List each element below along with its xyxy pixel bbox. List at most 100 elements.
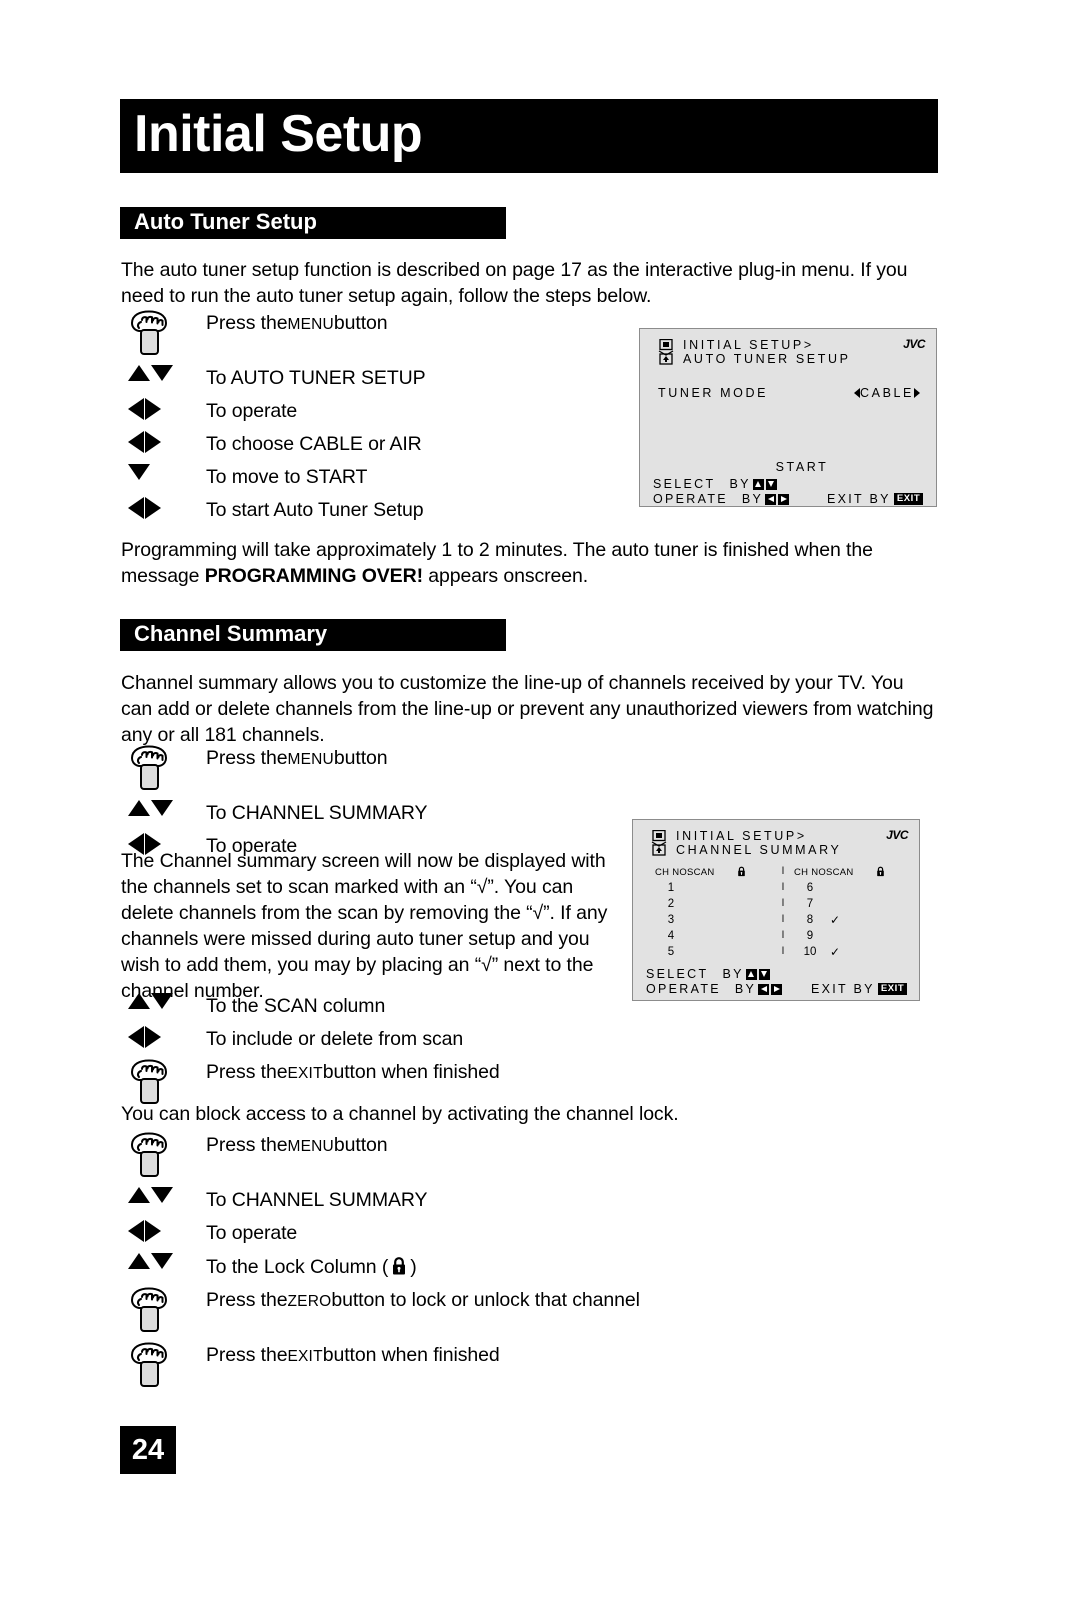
osd-operate-by-label: BY xyxy=(741,492,764,506)
osd-screen-auto-tuner-setup: INITIAL SETUP> AUTO TUNER SETUP JVC TUNE… xyxy=(639,328,937,507)
note-post: appears onscreen. xyxy=(422,565,589,587)
down-arrow-icon xyxy=(151,365,173,381)
hand-press-icon xyxy=(128,1132,170,1180)
step-icon xyxy=(121,398,206,420)
step-icon xyxy=(121,365,206,381)
channel-row[interactable]: 5 xyxy=(647,944,778,960)
channel-lock-note-paragraph: You can block access to a channel by act… xyxy=(121,1103,679,1125)
step-icon xyxy=(121,1132,206,1180)
channel-summary-intro-paragraph: Channel summary allows you to customize … xyxy=(121,672,934,746)
osd-select-by-label: BY xyxy=(729,477,751,491)
step-row: To the Lock Column ( ) xyxy=(121,1253,640,1280)
osd-header: INITIAL SETUP> AUTO TUNER SETUP xyxy=(658,338,851,366)
channel-column-right: CH NO SCAN 6 7 8 ✓ 9 10 ✓ xyxy=(778,864,909,960)
right-arrow-icon xyxy=(145,398,161,420)
up-key-icon xyxy=(745,968,757,980)
up-down-arrows-icon xyxy=(128,365,173,381)
hand-press-icon xyxy=(128,1059,170,1107)
channel-number: 9 xyxy=(806,930,814,942)
down-arrow-icon xyxy=(151,993,173,1009)
channel-scan-mark[interactable]: ✓ xyxy=(826,913,860,927)
right-key-icon xyxy=(778,493,790,505)
channel-scan-mark[interactable]: ✓ xyxy=(826,945,860,959)
osd-select-by: BY xyxy=(729,477,777,491)
step-label: Press the EXIT button when finished xyxy=(206,1059,500,1087)
hand-press-icon xyxy=(128,310,170,358)
up-arrow-icon xyxy=(128,365,150,381)
step-text: Press the xyxy=(206,1344,288,1366)
step-text-suffix: ) xyxy=(410,1256,417,1278)
channel-row[interactable]: 2 xyxy=(647,896,778,912)
hand-press-icon xyxy=(128,745,170,793)
page-title: Initial Setup xyxy=(134,105,423,163)
step-icon xyxy=(121,1342,206,1390)
step-row: To include or delete from scan xyxy=(121,1026,500,1052)
channel-row[interactable]: 4 xyxy=(647,928,778,944)
osd-exit-hint: EXIT BY EXIT xyxy=(811,982,908,996)
channel-row[interactable]: 1 xyxy=(647,880,778,896)
step-text: To the Lock Column ( xyxy=(206,1256,389,1278)
step-row: To start Auto Tuner Setup xyxy=(121,497,426,523)
osd-menu-name: CHANNEL SUMMARY xyxy=(676,843,842,857)
channel-row[interactable]: 6 xyxy=(786,880,909,896)
step-icon xyxy=(121,497,206,519)
osd-operate-hint: OPERATE BY xyxy=(653,492,790,506)
channel-row[interactable]: 3 xyxy=(647,912,778,928)
channel-number: 6 xyxy=(806,882,814,894)
step-row: To move to START xyxy=(121,464,426,490)
right-arrow-icon xyxy=(145,497,161,519)
up-down-arrows-icon xyxy=(128,1187,173,1203)
channel-summary-steps-b: To the SCAN column To include or delete f… xyxy=(121,993,500,1114)
divider-bar: l xyxy=(781,930,785,941)
step-text: To CHANNEL SUMMARY xyxy=(206,1189,428,1211)
osd-tuner-mode-row[interactable]: TUNER MODE CABLE xyxy=(658,386,920,400)
osd-tuner-mode-value: CABLE xyxy=(860,386,914,400)
step-icon xyxy=(121,1026,206,1048)
left-arrow-icon xyxy=(128,1026,144,1048)
osd-tuner-mode-value-group[interactable]: CABLE xyxy=(854,386,920,400)
step-row: Press the EXIT button when finished xyxy=(121,1059,500,1107)
divider-bar: l xyxy=(781,882,785,893)
left-right-arrows-icon xyxy=(128,431,161,453)
note-bold: PROGRAMMING OVER! xyxy=(204,565,423,587)
auto-tuner-steps-list: Press the MENU button To AUTO TUNER SETUP… xyxy=(121,310,426,530)
channel-row[interactable]: 9 xyxy=(786,928,909,944)
osd-tuner-mode-label: TUNER MODE xyxy=(658,386,769,400)
step-row: To CHANNEL SUMMARY xyxy=(121,800,428,826)
step-icon xyxy=(121,1059,206,1107)
channel-row[interactable]: 7 xyxy=(786,896,909,912)
channel-number: 2 xyxy=(667,898,675,910)
auto-tuner-intro-paragraph: The auto tuner setup function is describ… xyxy=(121,259,908,307)
left-right-arrows-icon xyxy=(128,1220,161,1242)
right-arrow-icon[interactable] xyxy=(914,388,920,398)
right-key-icon xyxy=(771,983,783,995)
down-key-icon xyxy=(758,968,770,980)
step-text: To choose CABLE or AIR xyxy=(206,433,422,455)
left-right-arrows-icon xyxy=(128,398,161,420)
left-key-icon xyxy=(758,983,770,995)
step-button-name: MENU xyxy=(287,1138,334,1155)
hand-press-icon xyxy=(128,1342,170,1390)
osd-start-label[interactable]: START xyxy=(640,460,936,474)
step-text-suffix: button xyxy=(333,747,388,769)
osd-header: INITIAL SETUP> CHANNEL SUMMARY xyxy=(651,829,841,857)
step-text-suffix: button xyxy=(333,1134,388,1156)
up-down-arrows-icon xyxy=(128,1253,173,1269)
step-text: To operate xyxy=(206,400,298,422)
channel-number: 7 xyxy=(806,898,814,910)
step-text: To AUTO TUNER SETUP xyxy=(206,367,426,389)
divider-bar: l xyxy=(781,866,785,877)
step-text: Press the xyxy=(206,1134,288,1156)
channel-row[interactable]: 8 ✓ xyxy=(786,912,909,928)
step-button-name: MENU xyxy=(287,751,334,768)
divider-bar: l xyxy=(781,946,785,957)
channel-column-left: CH NO. SCAN 1 2 3 4 5 xyxy=(647,864,778,960)
step-icon xyxy=(121,1187,206,1203)
step-icon xyxy=(121,1253,206,1269)
tv-setup-icon xyxy=(651,829,668,856)
header-scan: SCAN xyxy=(687,866,715,878)
channel-row[interactable]: 10 ✓ xyxy=(786,944,909,960)
step-label: To operate xyxy=(206,1220,297,1246)
osd-menu-path: INITIAL SETUP> xyxy=(683,338,814,352)
step-button-name: EXIT xyxy=(287,1348,323,1365)
